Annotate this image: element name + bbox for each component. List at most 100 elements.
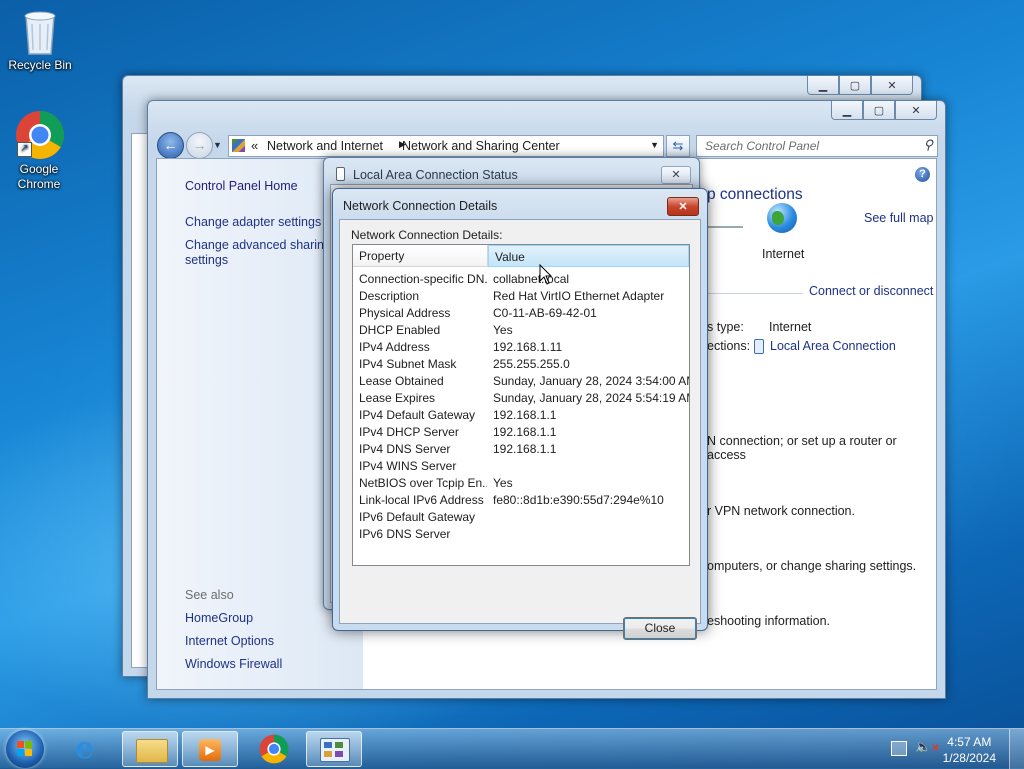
table-row[interactable]: IPv4 Address 192.168.1.11	[353, 339, 689, 356]
help-icon[interactable]: ?	[915, 167, 930, 182]
table-row[interactable]: IPv4 Default Gateway 192.168.1.1	[353, 407, 689, 424]
back-button[interactable]: ←	[157, 132, 184, 159]
tray-clock[interactable]: 4:57 AM 1/28/2024	[943, 734, 996, 766]
status-close-button[interactable]: ✕	[661, 166, 691, 184]
table-row[interactable]: IPv4 DHCP Server 192.168.1.1	[353, 424, 689, 441]
forward-button[interactable]: →	[186, 132, 213, 159]
row-property: NetBIOS over Tcpip En...	[359, 476, 487, 490]
row-property: Connection-specific DN...	[359, 272, 487, 286]
row-property: IPv6 DNS Server	[359, 527, 451, 541]
see-full-map-link[interactable]: See full map	[864, 211, 933, 225]
recent-pages-dropdown[interactable]: ▼	[213, 140, 222, 150]
mouse-cursor-icon	[539, 263, 553, 289]
table-row[interactable]: DHCP Enabled Yes	[353, 322, 689, 339]
table-row[interactable]: Lease Expires Sunday, January 28, 2024 5:…	[353, 390, 689, 407]
change-advanced-sharing-link[interactable]: Change advanced sharing settings	[185, 238, 335, 268]
breadcrumb-network-sharing-center[interactable]: Network and Sharing Center	[402, 139, 560, 153]
shortcut-arrow-icon: ↗	[17, 142, 32, 157]
maximize-button[interactable]: ▢	[839, 76, 871, 95]
internet-explorer-icon: e	[75, 731, 95, 766]
desktop-icon-chrome[interactable]: ↗ Google Chrome	[0, 110, 79, 192]
breadcrumb-chevrons: «	[251, 138, 259, 153]
access-type-label: s type:	[707, 320, 744, 334]
chrome-icon	[259, 734, 289, 767]
breadcrumb-network-internet[interactable]: Network and Internet	[267, 139, 383, 153]
task-sharing-settings: omputers, or change sharing settings.	[707, 559, 917, 573]
close-button[interactable]: ✕	[895, 101, 937, 120]
taskbar-media-player[interactable]: ▶	[182, 731, 238, 767]
details-close-button[interactable]: Close	[623, 617, 697, 640]
table-row[interactable]: IPv4 WINS Server	[353, 458, 689, 475]
row-value: C0-11-AB-69-42-01	[493, 306, 597, 320]
table-row[interactable]: IPv4 DNS Server 192.168.1.1	[353, 441, 689, 458]
row-property: IPv4 Default Gateway	[359, 408, 476, 422]
taskbar-internet-explorer[interactable]: e	[63, 731, 119, 767]
internet-label: Internet	[762, 247, 805, 261]
start-button[interactable]	[6, 730, 44, 768]
minimize-button[interactable]: ▁	[807, 76, 839, 95]
table-row[interactable]: IPv6 DNS Server	[353, 526, 689, 543]
address-dropdown-icon[interactable]: ▼	[650, 140, 659, 150]
search-box[interactable]: Search Control Panel ⚲	[696, 135, 938, 157]
chrome-label: Google Chrome	[17, 162, 61, 191]
show-desktop-button[interactable]	[1009, 729, 1024, 769]
table-row[interactable]: IPv4 Subnet Mask 255.255.255.0	[353, 356, 689, 373]
details-caption: Network Connection Details:	[351, 228, 503, 242]
table-row[interactable]: NetBIOS over Tcpip En... Yes	[353, 475, 689, 492]
clock-date: 1/28/2024	[942, 751, 996, 765]
minimize-button[interactable]: ▁	[831, 101, 863, 120]
table-row[interactable]: IPv6 Default Gateway	[353, 509, 689, 526]
windows-firewall-link[interactable]: Windows Firewall	[185, 657, 282, 672]
network-tray-icon[interactable]	[891, 741, 907, 756]
row-property: Lease Expires	[359, 391, 436, 405]
network-connection-details-dialog[interactable]: Network Connection Details ✕ Network Con…	[332, 188, 708, 640]
control-panel-home-link[interactable]: Control Panel Home	[185, 179, 298, 194]
clock-time: 4:57 AM	[947, 735, 992, 749]
network-adapter-icon	[754, 339, 764, 354]
table-row[interactable]: Lease Obtained Sunday, January 28, 2024 3…	[353, 373, 689, 390]
row-property: Description	[359, 289, 420, 303]
network-map-line	[707, 226, 743, 228]
maximize-button[interactable]: ▢	[863, 101, 895, 120]
local-area-connection-link[interactable]: Local Area Connection	[770, 339, 896, 353]
change-adapter-settings-link[interactable]: Change adapter settings	[185, 215, 321, 230]
taskbar-chrome[interactable]	[246, 731, 302, 767]
close-button[interactable]: ✕	[871, 76, 913, 95]
close-x-icon: ✕	[678, 201, 688, 213]
details-close-x-button[interactable]: ✕	[667, 197, 699, 216]
taskbar-control-panel[interactable]	[306, 731, 362, 767]
internet-options-link[interactable]: Internet Options	[185, 634, 274, 649]
row-property: IPv4 WINS Server	[359, 459, 457, 473]
details-list[interactable]: Property Value Connection-specific DN...…	[352, 244, 690, 566]
address-bar[interactable]: « Network and Internet ▶ Network and Sha…	[228, 135, 664, 157]
see-also-heading: See also	[185, 588, 234, 602]
column-header-property[interactable]: Property	[353, 245, 488, 267]
refresh-button[interactable]: ⇆	[666, 135, 690, 157]
connections-label: ections:	[707, 339, 751, 353]
row-value: Sunday, January 28, 2024 5:54:19 AM	[493, 391, 690, 405]
homegroup-link[interactable]: HomeGroup	[185, 611, 253, 626]
internet-globe-icon	[767, 203, 797, 233]
access-type-value: Internet	[769, 320, 812, 334]
task-setup-connection: N connection; or set up a router or acce…	[707, 434, 897, 462]
row-value: fe80::8d1b:e390:55d7:294e%10	[493, 493, 664, 507]
search-icon[interactable]: ⚲	[923, 137, 933, 153]
main-caption-buttons: ▁ ▢ ✕	[831, 101, 937, 120]
table-row[interactable]: Description Red Hat VirtIO Ethernet Adapt…	[353, 288, 689, 305]
task-vpn-connection: r VPN network connection.	[707, 504, 855, 518]
forward-arrow-icon: →	[192, 137, 207, 153]
row-value: 192.168.1.11	[493, 340, 563, 354]
column-header-value[interactable]: Value	[488, 245, 689, 267]
row-property: Lease Obtained	[359, 374, 444, 388]
table-row[interactable]: Link-local IPv6 Address fe80::8d1b:e390:5…	[353, 492, 689, 509]
taskbar-file-explorer[interactable]	[122, 731, 178, 767]
row-value: 255.255.255.0	[493, 357, 570, 371]
table-row[interactable]: Physical Address C0-11-AB-69-42-01	[353, 305, 689, 322]
table-row[interactable]: Connection-specific DN... collabnet.local	[353, 271, 689, 288]
page-heading: p connections	[707, 186, 803, 203]
connect-disconnect-link[interactable]: Connect or disconnect	[809, 284, 933, 298]
volume-muted-icon[interactable]: 🔈✕	[915, 740, 940, 756]
desktop-icon-recycle-bin[interactable]: Recycle Bin	[0, 6, 80, 73]
recycle-bin-label: Recycle Bin	[8, 58, 72, 72]
file-explorer-icon	[136, 739, 168, 763]
